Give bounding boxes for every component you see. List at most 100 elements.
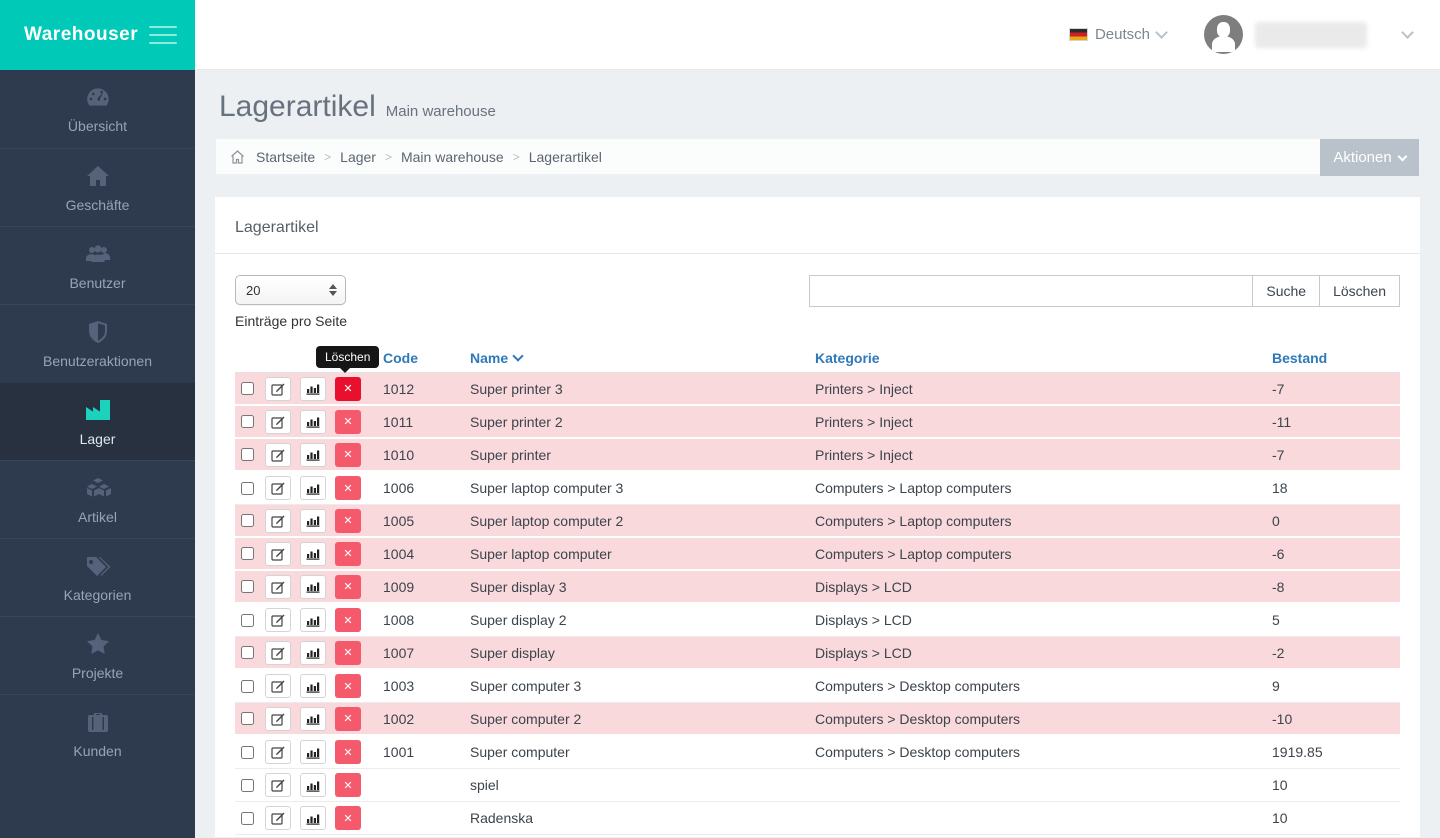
language-selector[interactable]: Deutsch xyxy=(1069,26,1166,43)
edit-button[interactable] xyxy=(265,740,291,764)
chart-button[interactable] xyxy=(300,707,326,731)
edit-button[interactable] xyxy=(265,509,291,533)
per-page-select[interactable]: 20 xyxy=(235,275,346,305)
chart-button[interactable] xyxy=(300,542,326,566)
home-icon xyxy=(83,163,113,189)
search-button[interactable]: Suche xyxy=(1253,275,1320,307)
x-icon: ✕ xyxy=(343,382,352,395)
sidebar-item-benutzer[interactable]: Benutzer xyxy=(0,226,195,304)
cell-name: Super printer 3 xyxy=(470,381,815,397)
delete-button[interactable]: ✕ xyxy=(335,575,361,599)
column-header-name[interactable]: Name xyxy=(470,350,815,366)
chart-button[interactable] xyxy=(300,575,326,599)
sidebar-item-uebersicht[interactable]: Übersicht xyxy=(0,70,195,148)
row-checkbox[interactable] xyxy=(241,514,254,527)
page-header: Lagerartikel Main warehouse xyxy=(215,70,1420,138)
chart-button[interactable] xyxy=(300,509,326,533)
table-row: ✕ 1012 Super printer 3 Printers > Inject… xyxy=(235,373,1400,406)
sidebar-item-lager[interactable]: Lager xyxy=(0,382,195,460)
cell-category: Computers > Laptop computers xyxy=(815,546,1272,562)
edit-button[interactable] xyxy=(265,806,291,830)
sidebar-item-label: Geschäfte xyxy=(66,197,130,213)
row-checkbox[interactable] xyxy=(241,580,254,593)
x-icon: ✕ xyxy=(343,779,352,792)
delete-button[interactable]: ✕ xyxy=(335,542,361,566)
column-header-kategorie[interactable]: Kategorie xyxy=(815,350,1272,366)
chart-button[interactable] xyxy=(300,476,326,500)
row-checkbox[interactable] xyxy=(241,746,254,759)
edit-button[interactable] xyxy=(265,476,291,500)
row-checkbox[interactable] xyxy=(241,547,254,560)
cell-name: Super computer 2 xyxy=(470,711,815,727)
chart-button[interactable] xyxy=(300,443,326,467)
row-checkbox[interactable] xyxy=(241,779,254,792)
row-checkbox[interactable] xyxy=(241,482,254,495)
row-checkbox[interactable] xyxy=(241,415,254,428)
chart-button[interactable] xyxy=(300,641,326,665)
edit-button[interactable] xyxy=(265,410,291,434)
edit-button[interactable] xyxy=(265,542,291,566)
breadcrumb-separator: > xyxy=(385,150,392,164)
chart-button[interactable] xyxy=(300,806,326,830)
edit-button[interactable] xyxy=(265,443,291,467)
sidebar-item-benutzeraktionen[interactable]: Benutzeraktionen xyxy=(0,304,195,382)
edit-button[interactable] xyxy=(265,773,291,797)
sidebar-item-kunden[interactable]: Kunden xyxy=(0,694,195,772)
chart-button[interactable] xyxy=(300,773,326,797)
sidebar-item-artikel[interactable]: Artikel xyxy=(0,460,195,538)
delete-button[interactable]: ✕ xyxy=(335,806,361,830)
edit-button[interactable] xyxy=(265,575,291,599)
chart-button[interactable] xyxy=(300,740,326,764)
delete-button[interactable]: ✕ xyxy=(335,443,361,467)
sidebar-item-projekte[interactable]: Projekte xyxy=(0,616,195,694)
row-checkbox[interactable] xyxy=(241,812,254,825)
breadcrumb-link-lager[interactable]: Lager xyxy=(340,149,376,165)
x-icon: ✕ xyxy=(343,646,352,659)
row-checkbox[interactable] xyxy=(241,646,254,659)
breadcrumb-link-startseite[interactable]: Startseite xyxy=(256,149,315,165)
delete-button[interactable]: ✕ xyxy=(335,707,361,731)
delete-button[interactable]: ✕ xyxy=(335,608,361,632)
delete-button[interactable]: ✕ xyxy=(335,509,361,533)
delete-button[interactable]: ✕ xyxy=(335,674,361,698)
menu-toggle-icon[interactable] xyxy=(149,25,177,45)
row-checkbox[interactable] xyxy=(241,614,254,627)
edit-button[interactable] xyxy=(265,674,291,698)
breadcrumb-link-main-warehouse[interactable]: Main warehouse xyxy=(401,149,504,165)
row-checkbox[interactable] xyxy=(241,680,254,693)
sidebar: Warehouser Übersicht Geschäfte Benutz xyxy=(0,0,195,838)
sidebar-item-label: Benutzer xyxy=(69,275,125,291)
row-checkbox[interactable] xyxy=(241,448,254,461)
cell-stock: -11 xyxy=(1272,414,1400,430)
app: Warehouser Übersicht Geschäfte Benutz xyxy=(0,0,1440,838)
chart-button[interactable] xyxy=(300,377,326,401)
edit-button[interactable] xyxy=(265,608,291,632)
delete-button[interactable]: ✕ xyxy=(335,641,361,665)
actions-button[interactable]: Aktionen xyxy=(1320,139,1419,176)
edit-button[interactable] xyxy=(265,377,291,401)
row-checkbox[interactable] xyxy=(241,712,254,725)
cell-category: Printers > Inject xyxy=(815,414,1272,430)
delete-button[interactable]: ✕ xyxy=(335,410,361,434)
edit-button[interactable] xyxy=(265,707,291,731)
chart-button[interactable] xyxy=(300,674,326,698)
sidebar-item-geschaefte[interactable]: Geschäfte xyxy=(0,148,195,226)
clear-search-button[interactable]: Löschen xyxy=(1320,275,1400,307)
column-header-code[interactable]: Code xyxy=(383,350,470,366)
cell-stock: 1919.85 xyxy=(1272,744,1400,760)
search-input[interactable] xyxy=(809,275,1253,307)
row-checkbox[interactable] xyxy=(241,382,254,395)
column-header-bestand[interactable]: Bestand xyxy=(1272,350,1400,366)
cell-code: 1005 xyxy=(383,513,470,529)
edit-button[interactable] xyxy=(265,641,291,665)
delete-button[interactable]: ✕ xyxy=(335,377,361,401)
chart-button[interactable] xyxy=(300,410,326,434)
search-group: Suche Löschen xyxy=(809,275,1400,307)
chart-button[interactable] xyxy=(300,608,326,632)
delete-button[interactable]: ✕ xyxy=(335,773,361,797)
user-menu[interactable] xyxy=(1204,15,1412,54)
cell-category: Computers > Desktop computers xyxy=(815,678,1272,694)
sidebar-item-kategorien[interactable]: Kategorien xyxy=(0,538,195,616)
delete-button[interactable]: ✕ xyxy=(335,476,361,500)
delete-button[interactable]: ✕ xyxy=(335,740,361,764)
